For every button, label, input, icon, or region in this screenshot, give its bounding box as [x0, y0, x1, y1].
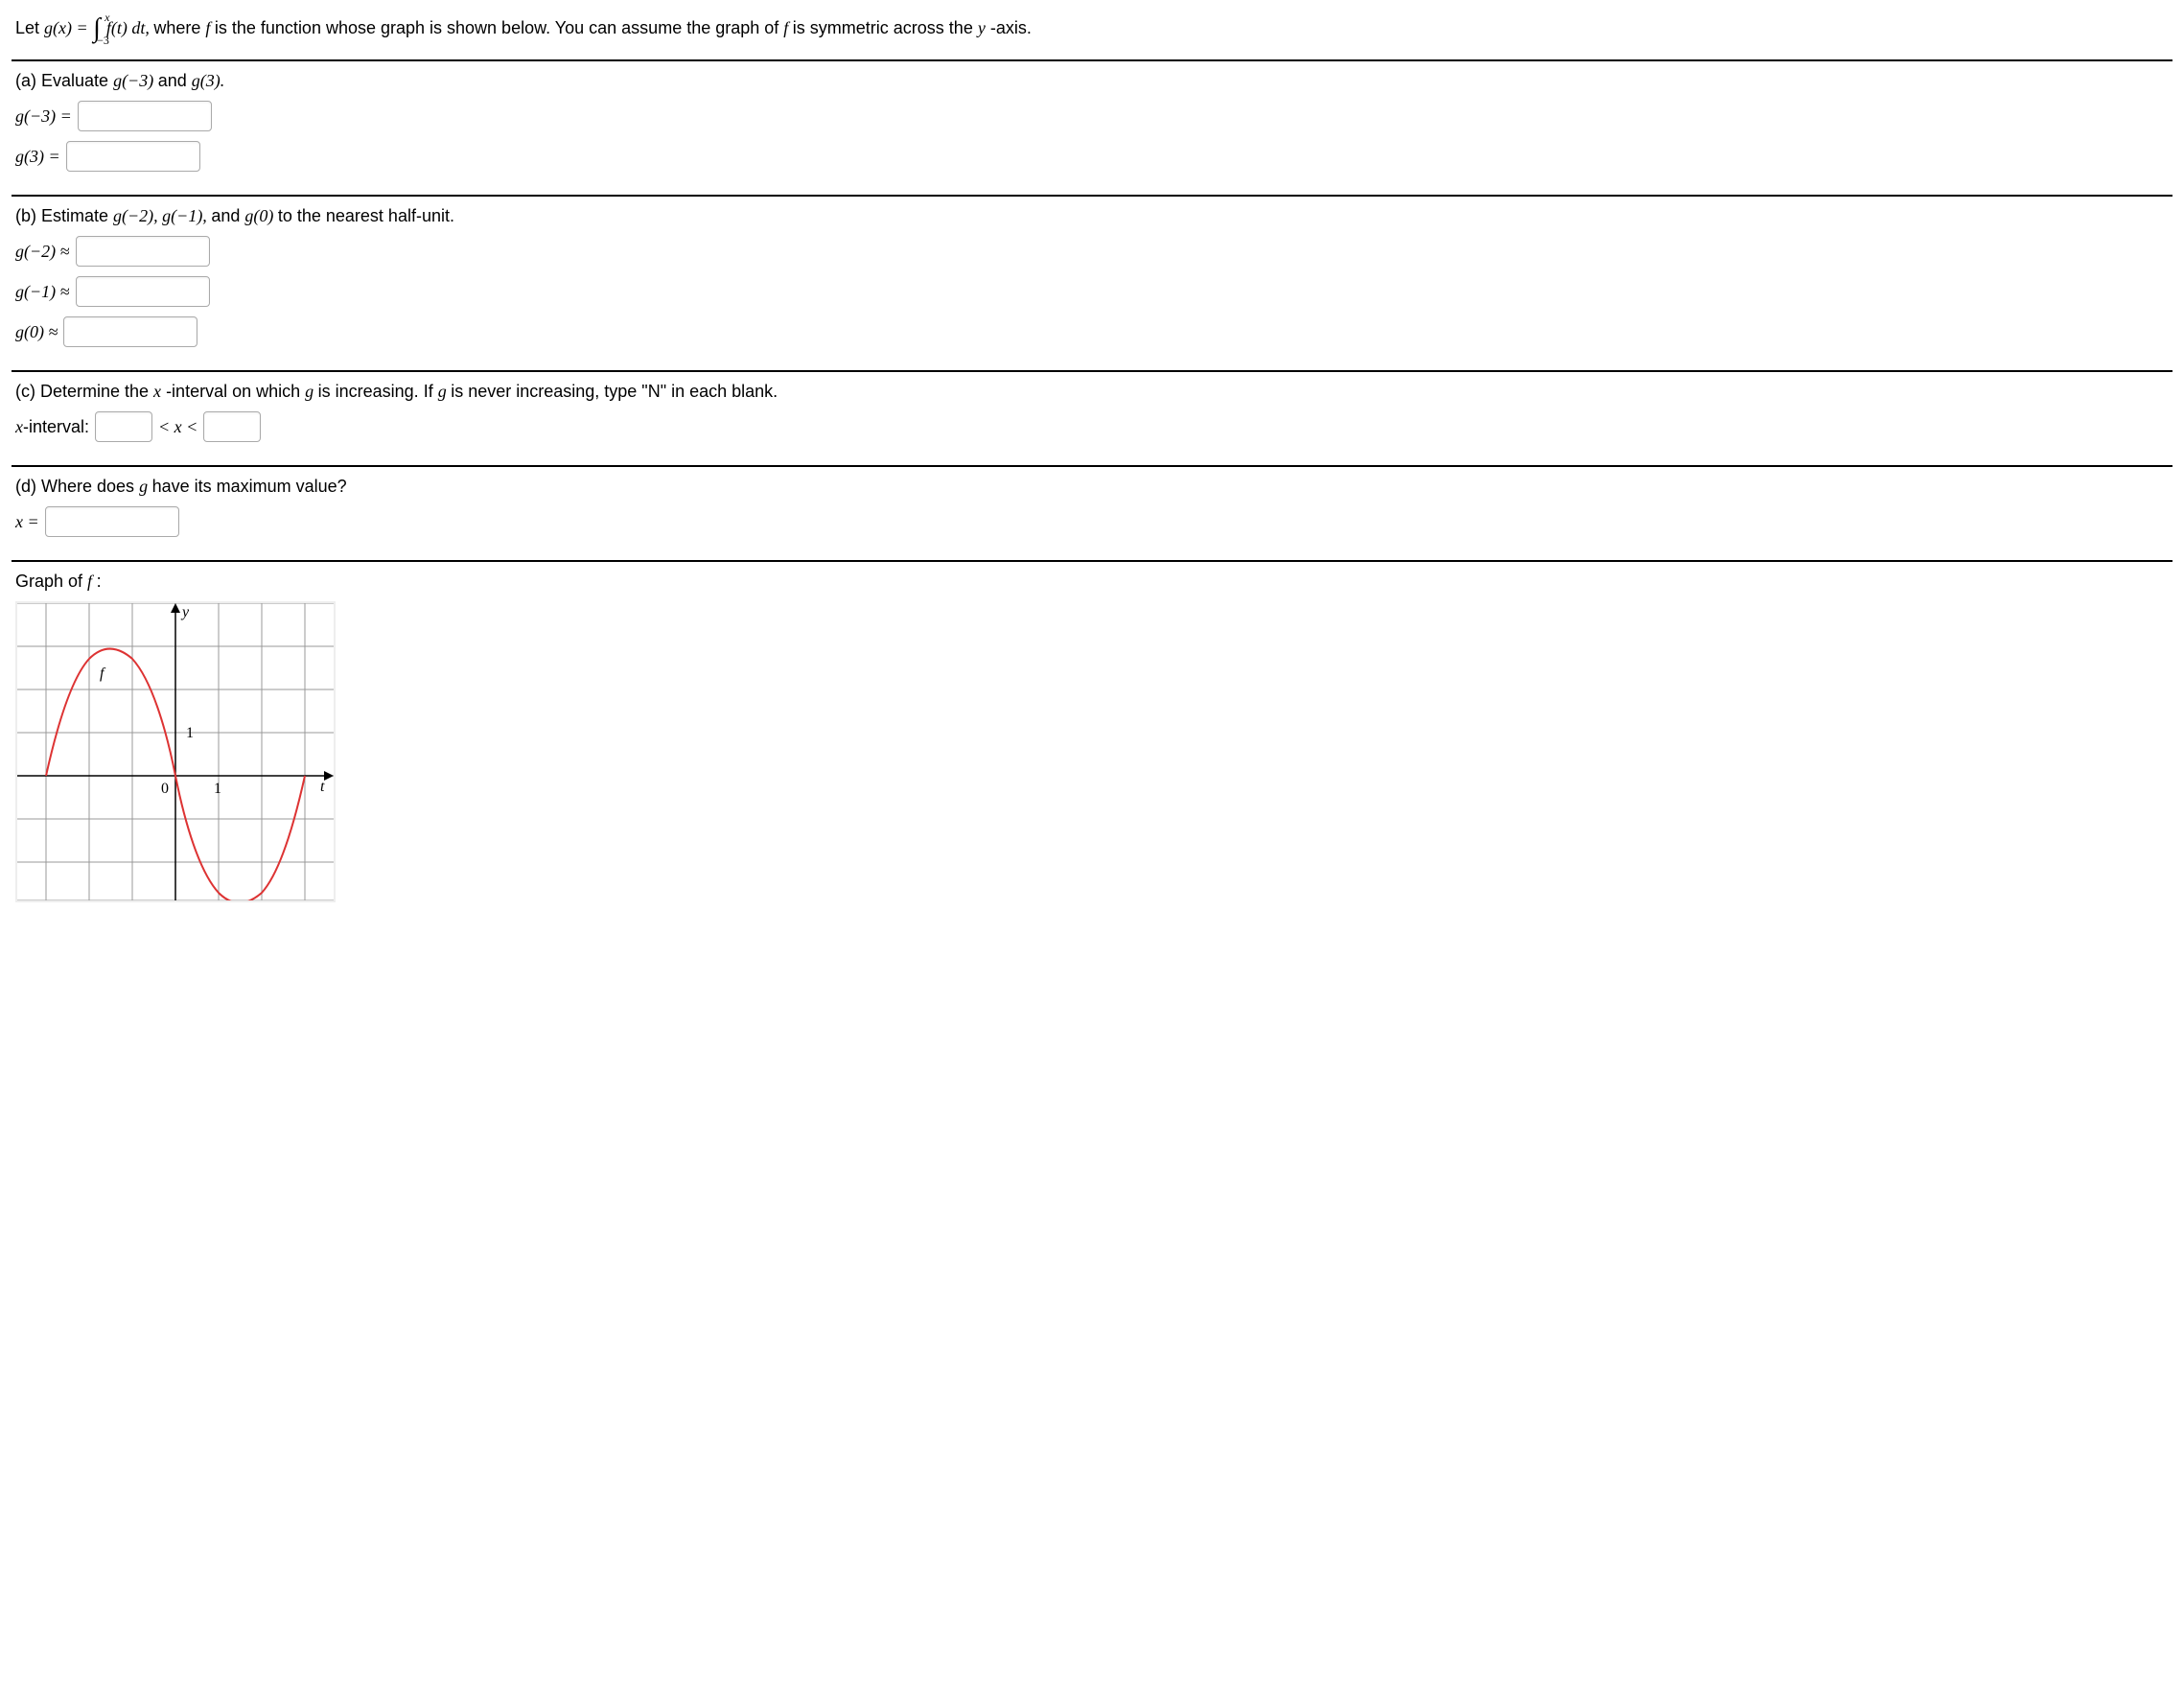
- g-var-d: g: [139, 477, 152, 496]
- g-0-row: g(0) ≈: [15, 316, 2169, 347]
- g-neg3: g(−3): [113, 71, 158, 90]
- problem-intro: Let g(x) = ∫ x −3 f(t) dt, where f is th…: [12, 12, 2172, 59]
- f-var-2: f: [783, 18, 793, 37]
- g-neg2-label: g(−2) ≈: [15, 242, 70, 262]
- g-neg3-input[interactable]: [78, 101, 212, 131]
- x-interval-label: x-interval:: [15, 417, 89, 437]
- and-text: and: [158, 71, 192, 90]
- x-interval-upper-input[interactable]: [203, 411, 261, 442]
- g-neg1: g(−1),: [162, 206, 211, 225]
- f-var: f: [205, 18, 215, 37]
- g-neg3-row: g(−3) =: [15, 101, 2169, 131]
- x-var: x: [153, 382, 161, 401]
- g-neg3-label: g(−3) =: [15, 106, 72, 127]
- g-neg2: g(−2),: [113, 206, 162, 225]
- integral-upper: x: [105, 12, 109, 23]
- y-tick-1: 1: [186, 725, 194, 741]
- g-neg1-input[interactable]: [76, 276, 210, 307]
- x-interval-lower-input[interactable]: [95, 411, 152, 442]
- intro-tail2: -axis.: [990, 18, 1032, 37]
- y-var: y: [978, 18, 986, 37]
- part-c: (c) Determine the x -interval on which g…: [12, 372, 2172, 465]
- y-axis-label: y: [180, 604, 190, 620]
- part-b: (b) Estimate g(−2), g(−1), and g(0) to t…: [12, 197, 2172, 370]
- g-3-label: g(3) =: [15, 147, 60, 167]
- origin-label: 0: [161, 781, 169, 797]
- part-c-mid1: -interval on which: [166, 382, 305, 401]
- part-d-tail: have its maximum value?: [152, 477, 347, 496]
- g-var-2: g: [438, 382, 452, 401]
- part-c-mid2: is increasing. If: [318, 382, 438, 401]
- graph-title: Graph of f :: [15, 572, 2169, 592]
- g-var: g: [305, 382, 318, 401]
- graph-title-prefix: Graph of: [15, 572, 87, 591]
- graph-title-suffix: :: [97, 572, 102, 591]
- chart-container: y t f 0 1 1: [15, 601, 336, 902]
- between-text: < x <: [158, 417, 197, 437]
- part-b-prompt: (b) Estimate g(−2), g(−1), and g(0) to t…: [15, 206, 2169, 226]
- part-a: (a) Evaluate g(−3) and g(3). g(−3) = g(3…: [12, 61, 2172, 195]
- g-neg2-row: g(−2) ≈: [15, 236, 2169, 267]
- part-b-tail: to the nearest half-unit.: [278, 206, 454, 225]
- integral-expr: ∫ x −3: [92, 15, 102, 42]
- g-3: g(3).: [192, 71, 225, 90]
- part-d: (d) Where does g have its maximum value?…: [12, 467, 2172, 560]
- part-c-prefix: (c) Determine the: [15, 382, 153, 401]
- g-neg1-label: g(−1) ≈: [15, 282, 70, 302]
- intro-tail: is symmetric across the: [793, 18, 978, 37]
- g-0-label: g(0) ≈: [15, 322, 58, 342]
- g-3-input[interactable]: [66, 141, 200, 172]
- part-c-prompt: (c) Determine the x -interval on which g…: [15, 382, 2169, 402]
- g-0: g(0): [244, 206, 278, 225]
- intro-mid: where: [153, 18, 205, 37]
- curve-label: f: [100, 666, 106, 682]
- x-interval-row: x-interval: < x <: [15, 411, 2169, 442]
- x-max-input[interactable]: [45, 506, 179, 537]
- graph-f: f: [87, 572, 97, 591]
- part-d-prompt: (d) Where does g have its maximum value?: [15, 477, 2169, 497]
- g-3-row: g(3) =: [15, 141, 2169, 172]
- gx-expr: g(x) =: [44, 18, 92, 37]
- x-var-label: x: [15, 417, 23, 436]
- graph-section: Graph of f :: [12, 562, 2172, 921]
- g-neg2-input[interactable]: [76, 236, 210, 267]
- part-b-prefix: (b) Estimate: [15, 206, 113, 225]
- x-tick-1: 1: [214, 781, 221, 797]
- integral-lower: −3: [97, 35, 109, 46]
- part-a-prompt: (a) Evaluate g(−3) and g(3).: [15, 71, 2169, 91]
- integral-sign: ∫ x −3: [93, 15, 101, 42]
- intro-text: Let: [15, 18, 44, 37]
- part-d-prefix: (d) Where does: [15, 477, 139, 496]
- integrand: f(t) dt,: [106, 18, 154, 37]
- intro-after-f: is the function whose graph is shown bel…: [215, 18, 783, 37]
- g-0-input[interactable]: [63, 316, 197, 347]
- x-max-label: x =: [15, 512, 39, 532]
- function-graph: y t f 0 1 1: [17, 603, 334, 900]
- x-max-row: x =: [15, 506, 2169, 537]
- g-neg1-row: g(−1) ≈: [15, 276, 2169, 307]
- and-text-b: and: [211, 206, 244, 225]
- part-a-prefix: (a) Evaluate: [15, 71, 113, 90]
- part-c-tail: is never increasing, type "N" in each bl…: [451, 382, 778, 401]
- x-axis-label: t: [320, 779, 325, 795]
- interval-label-text: -interval:: [23, 417, 89, 436]
